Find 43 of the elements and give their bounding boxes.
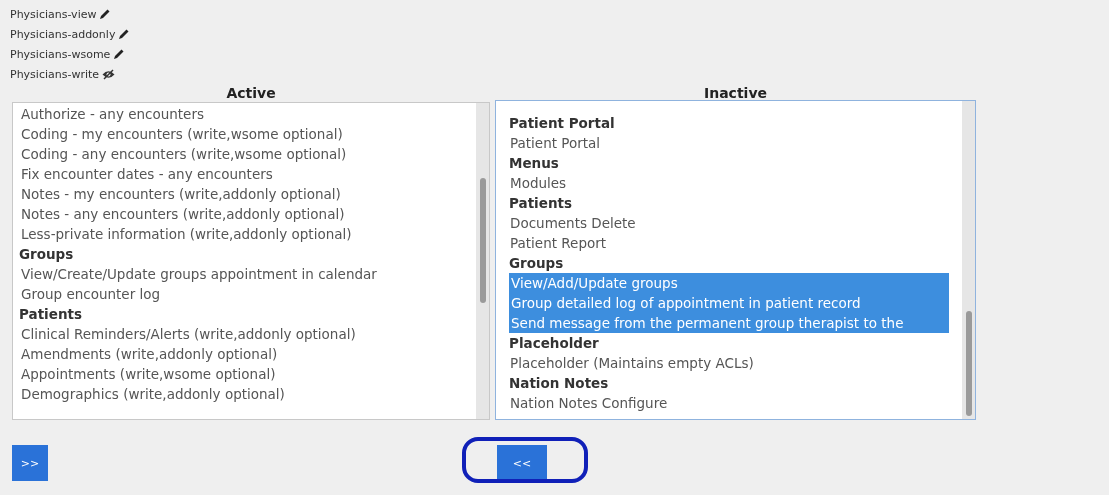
acl-group-name: Physicians-view — [10, 7, 97, 21]
group-header: Patient Portal — [508, 114, 615, 133]
list-item[interactable]: Patient Report — [496, 233, 607, 253]
pencil-icon[interactable] — [113, 48, 126, 60]
group-header: Patients — [508, 194, 572, 213]
list-item[interactable]: Fix encounter dates - any encounters — [13, 164, 273, 184]
eye-slash-icon[interactable] — [102, 68, 116, 80]
acl-group-name: Physicians-write — [10, 67, 100, 81]
scrollbar-thumb[interactable] — [966, 311, 972, 416]
pencil-icon[interactable] — [118, 28, 131, 40]
group-header: Placeholder — [508, 334, 599, 353]
list-item[interactable]: Amendments (write,addonly optional) — [13, 344, 278, 364]
list-item[interactable]: Appointments (write,wsome optional) — [13, 364, 276, 384]
list-item[interactable]: Nation Notes Configure — [496, 393, 668, 413]
move-button[interactable]: << — [497, 445, 547, 481]
list-item[interactable]: Authorize - any encounters — [13, 104, 204, 124]
list-title: Active — [225, 84, 277, 102]
list-item[interactable]: Less-private information (write,addonly optional) — [13, 224, 352, 244]
list-item[interactable]: Modules — [496, 173, 567, 193]
list-item[interactable]: Patient Portal — [496, 133, 601, 153]
list-box[interactable] — [495, 100, 976, 420]
list-item[interactable]: Coding - any encounters (write,wsome optional) — [13, 144, 347, 164]
list-title: Inactive — [702, 84, 768, 102]
list-item[interactable]: Demographics (write,addonly optional) — [13, 384, 285, 404]
scrollbar-thumb[interactable] — [480, 178, 486, 303]
group-header: Patients — [18, 305, 82, 324]
list-item[interactable]: Documents Delete — [496, 213, 636, 233]
group-header: Nation Notes — [508, 374, 609, 393]
list-item[interactable]: Notes - my encounters (write,addonly optional) — [13, 184, 341, 204]
pencil-icon[interactable] — [99, 8, 112, 20]
group-header: Groups — [508, 254, 564, 273]
list-box[interactable] — [12, 102, 490, 420]
group-header: Menus — [508, 154, 559, 173]
group-header: Groups — [18, 245, 74, 264]
move-button[interactable]: >> — [12, 445, 48, 481]
list-item[interactable]: Coding - my encounters (write,wsome optional) — [13, 124, 343, 144]
list-item[interactable]: Clinical Reminders/Alerts (write,addonly optional) — [13, 324, 356, 344]
list-item[interactable]: Placeholder (Maintains empty ACLs) — [496, 353, 754, 373]
list-item[interactable]: Notes - any encounters (write,addonly optional) — [13, 204, 345, 224]
acl-group-name: Physicians-addonly — [10, 27, 116, 41]
list-item[interactable]: Group encounter log — [13, 284, 161, 304]
list-item[interactable]: View/Create/Update groups appointment in calendar — [13, 264, 377, 284]
acl-group-name: Physicians-wsome — [10, 47, 111, 61]
